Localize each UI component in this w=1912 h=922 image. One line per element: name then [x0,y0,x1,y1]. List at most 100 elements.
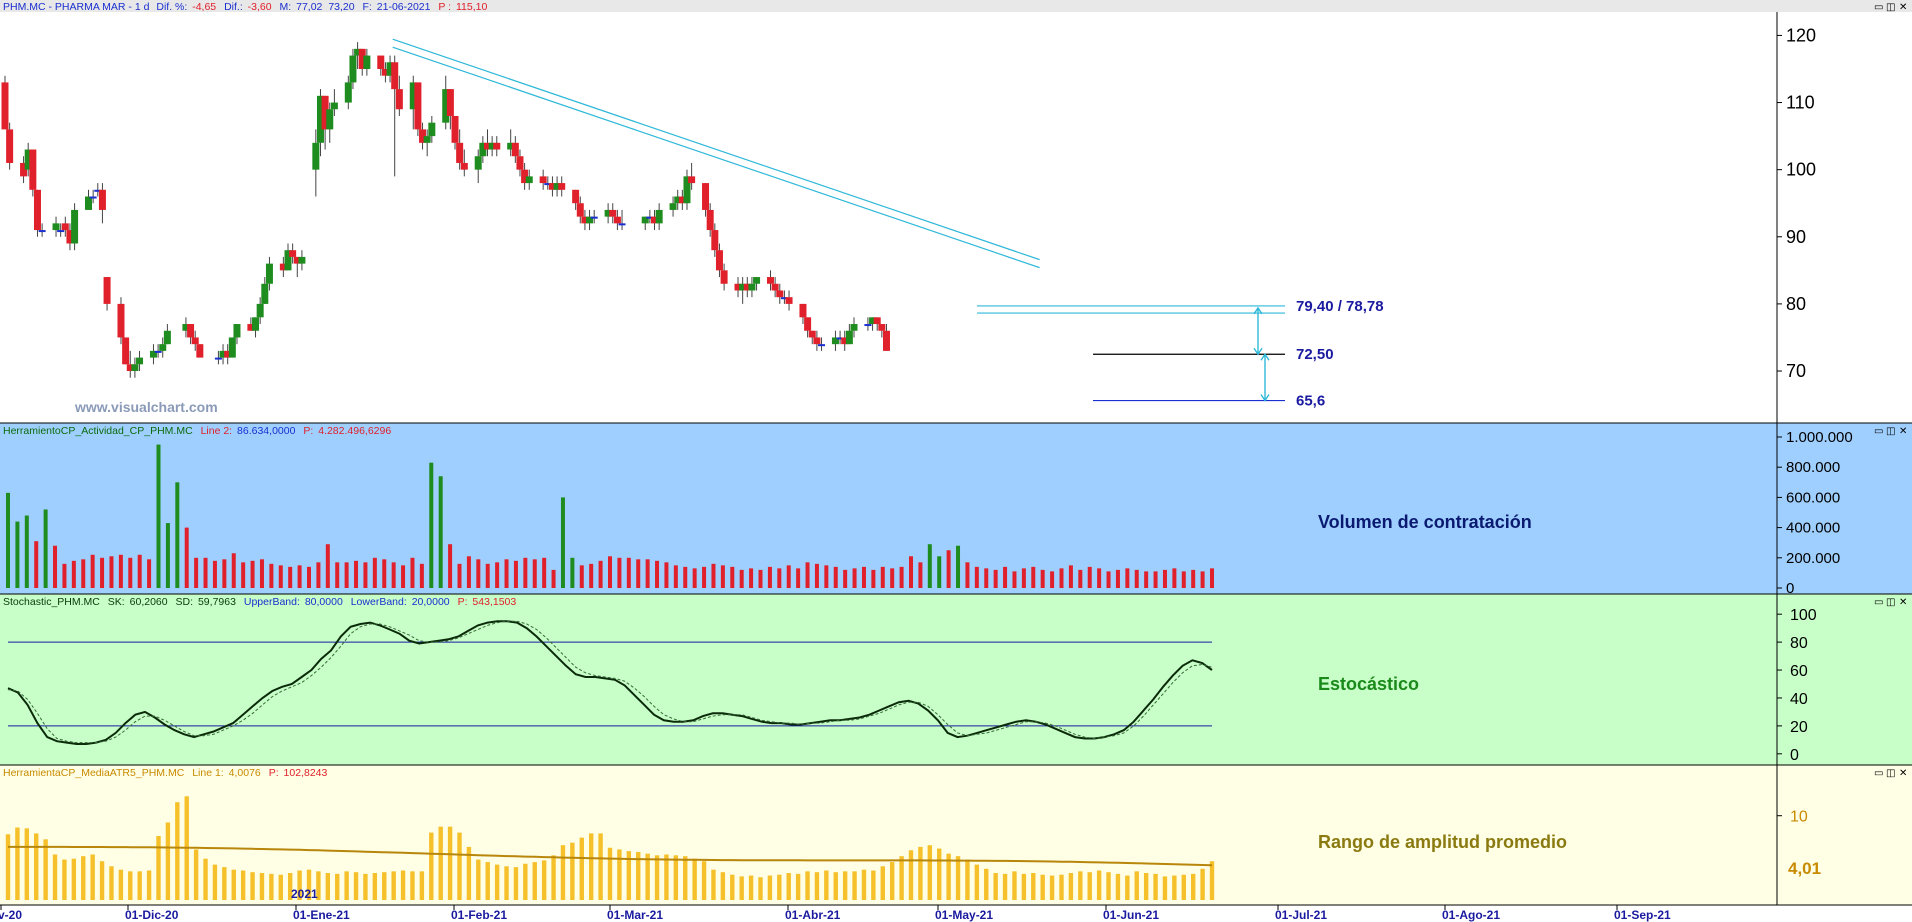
atr-bar-108 [1021,873,1027,900]
volume-bar-84 [796,568,801,588]
volume-bar-49 [466,556,471,588]
close-icon[interactable]: ✕ [1899,2,1907,13]
volume-ytick-label-5: 0 [1786,580,1794,597]
volume-bar-0 [6,492,10,588]
candle-body [460,162,468,170]
price-m-label: M: [280,1,292,13]
atr-bar-29 [278,874,283,900]
volume-bar-110 [1040,569,1045,588]
stochastic-window-controls[interactable]: ▭ ◫ ✕ [1874,597,1907,608]
price-window-controls[interactable]: ▭ ◫ ✕ [1874,2,1907,13]
candle-body [122,337,130,365]
volume-window-controls[interactable]: ▭ ◫ ✕ [1874,426,1907,437]
candle-body [558,183,566,190]
volume-bar-32 [307,566,311,588]
volume-bar-108 [1021,568,1026,588]
x-tick-label-0: v-20 [0,908,22,922]
atr-bar-22 [212,864,218,900]
volume-bar-89 [843,569,848,588]
volume-bar-78 [739,569,744,588]
atr-bar-74 [701,861,707,900]
candle-body [103,277,111,304]
x-tick-label-1: 01-Dic-20 [125,908,179,922]
close-icon[interactable]: ✕ [1899,768,1907,779]
stochastic-sd-label: SD: [176,596,194,608]
volume-bar-95 [899,566,904,588]
volume-bar-81 [767,566,772,588]
volume-bar-103 [974,566,979,588]
volume-ytick-label-4: 200.000 [1786,550,1840,567]
candle-body [771,283,779,291]
atr-bar-37 [353,872,359,900]
candle-body [715,250,723,271]
atr-bar-75 [711,869,716,900]
candle-body [289,250,297,257]
volume-p-value: 4.282.496,6296 [318,425,391,437]
volume-bar-31 [297,565,302,588]
volume-ytick-label-3: 400.000 [1786,520,1840,537]
candle-body [85,196,93,210]
candle-1 [6,122,14,170]
close-icon[interactable]: ✕ [1899,426,1907,437]
volume-bar-123 [1162,569,1167,588]
volume-bar-99 [937,556,942,588]
volume-title-name: HerramientoCP_Actividad_CP_PHM.MC [3,425,193,437]
candle-body [89,196,97,199]
atr-bar-21 [203,858,208,900]
volume-bar-73 [692,568,697,588]
volume-bar-16 [156,444,161,588]
candle-body [395,89,403,110]
x-tick-label-8: 01-Jul-21 [1275,908,1327,922]
atr-title: HerramientaCP_MediaATR5_PHM.MC Line 1: 4… [3,767,328,779]
atr-p-value: 102,8243 [284,767,328,779]
candle-body [117,303,125,338]
price-ytick-label-4: 80 [1786,294,1806,314]
volume-bar-34 [325,544,330,588]
candle-body [391,62,399,90]
volume-bar-9 [90,554,95,588]
level-label-79-40: 79,40 / 78,78 [1296,298,1384,315]
restore-icon[interactable]: ◫ [1886,426,1895,437]
atr-bar-128 [1209,861,1215,900]
atr-bar-61 [579,837,584,900]
atr-bar-39 [372,873,378,900]
close-icon[interactable]: ✕ [1899,597,1907,608]
minimize-icon[interactable]: ▭ [1874,2,1883,13]
atr-bar-104 [984,868,989,900]
volume-ytick-label-2: 600.000 [1786,489,1840,506]
volume-bar-35 [335,562,340,588]
candle-body [428,122,436,137]
candle-body [618,223,626,226]
atr-title-name: HerramientaCP_MediaATR5_PHM.MC [3,767,185,779]
atr-bar-99 [937,848,942,900]
price-ytick-label-5: 70 [1786,361,1806,381]
candle-body [609,209,617,217]
volume-bar-90 [852,568,857,588]
atr-window-controls[interactable]: ▭ ◫ ✕ [1874,768,1907,779]
atr-bar-111 [1049,875,1055,900]
atr-bar-119 [1125,875,1130,900]
candle-body [228,337,236,358]
volume-bar-2 [24,515,29,588]
restore-icon[interactable]: ◫ [1886,768,1895,779]
atr-bar-48 [457,832,462,900]
minimize-icon[interactable]: ▭ [1874,426,1883,437]
restore-icon[interactable]: ◫ [1886,2,1895,13]
candle-body [572,189,580,204]
volume-bar-10 [100,557,105,588]
atr-bar-114 [1078,871,1083,900]
candle-body [702,183,710,210]
restore-icon[interactable]: ◫ [1886,597,1895,608]
atr-bar-95 [899,856,904,900]
atr-bar-85 [805,871,810,900]
candle-4 [29,149,37,197]
volume-bar-42 [401,565,406,588]
atr-bar-112 [1059,874,1064,900]
minimize-icon[interactable]: ▭ [1874,768,1883,779]
atr-bar-68 [645,853,650,900]
atr-bar-2 [24,828,30,900]
volume-bar-107 [1012,571,1017,588]
atr-bar-43 [410,871,415,900]
volume-bar-106 [1003,566,1008,588]
minimize-icon[interactable]: ▭ [1874,597,1883,608]
